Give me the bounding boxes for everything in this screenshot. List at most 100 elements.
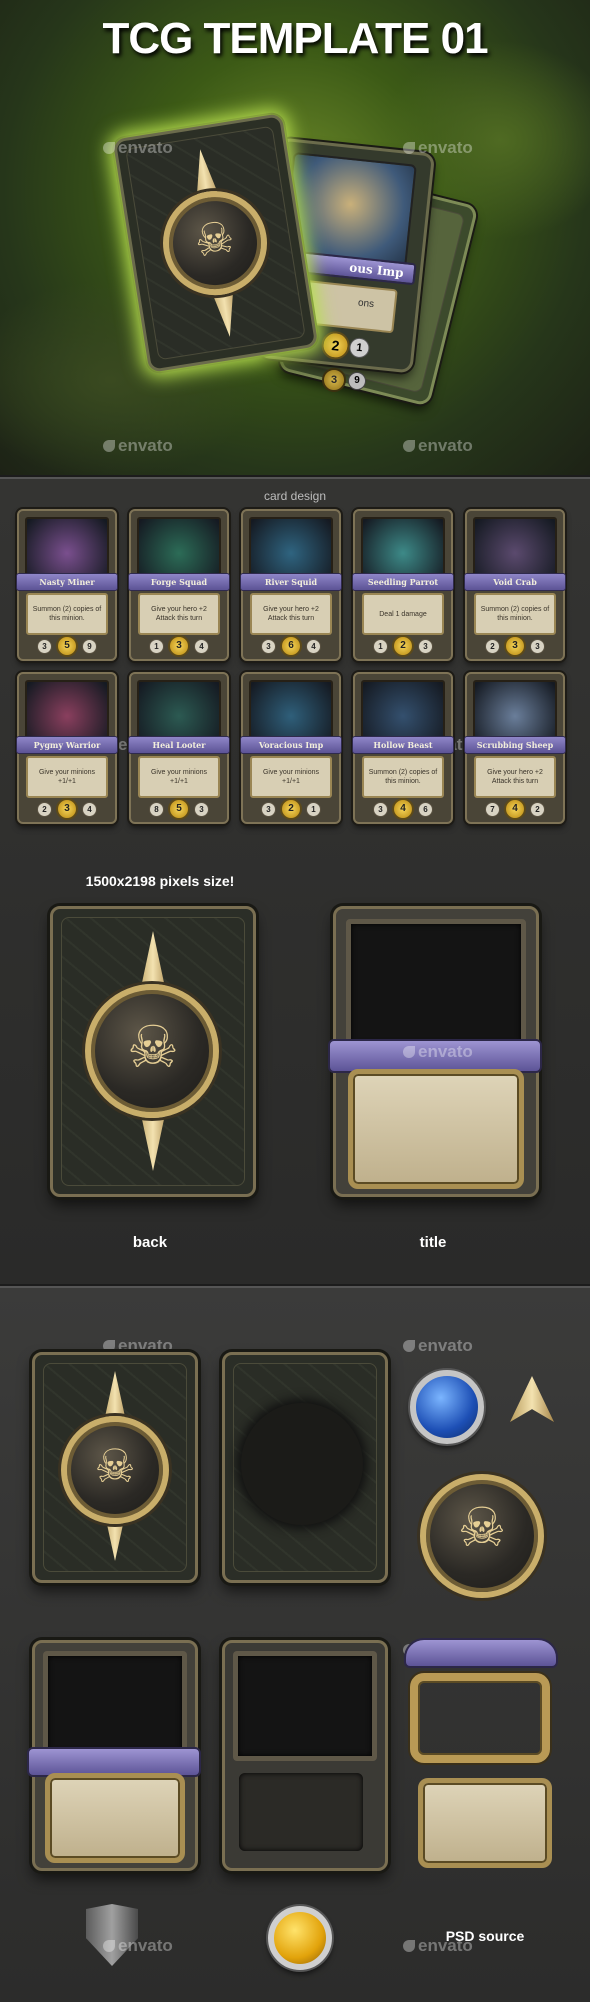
card-stats: 742 bbox=[467, 798, 563, 820]
card-text: Deal 1 damage bbox=[362, 593, 444, 635]
envato-leaf-icon bbox=[403, 1940, 415, 1952]
imp-stat: 1 bbox=[348, 336, 371, 359]
gold-coin-icon bbox=[268, 1906, 332, 1970]
card-cost: 3 bbox=[504, 635, 526, 657]
card-back-emblem: ☠ bbox=[57, 1371, 173, 1561]
envato-leaf-icon bbox=[403, 440, 415, 452]
blue-gem-icon bbox=[410, 1370, 484, 1444]
title-caption: title bbox=[419, 1234, 447, 1251]
card-stat-left: 1 bbox=[149, 638, 164, 654]
envato-leaf-icon bbox=[403, 1340, 415, 1352]
card-stat-right: 3 bbox=[194, 801, 209, 817]
card-name: Heal Looter bbox=[128, 736, 230, 754]
gold-spike-icon bbox=[510, 1376, 554, 1422]
card-text: Summon (2) copies of this minion. bbox=[362, 756, 444, 798]
watermark: envato bbox=[103, 1936, 173, 1956]
text-panel bbox=[348, 1069, 524, 1189]
card-cost: 2 bbox=[392, 635, 414, 657]
dragon-skull-icon: ☠ bbox=[127, 1013, 179, 1081]
card-name: Scrubbing Sheep bbox=[464, 736, 566, 754]
watermark: envato bbox=[103, 138, 173, 158]
card-cost: 5 bbox=[168, 798, 190, 820]
watermark: envato bbox=[403, 1042, 473, 1062]
emblem-socket bbox=[241, 1403, 363, 1525]
size-note: 1500x2198 pixels size! bbox=[85, 873, 235, 889]
gold-frame bbox=[410, 1673, 550, 1763]
page-title: TCG TEMPLATE 01 bbox=[102, 14, 488, 63]
card-cost: 4 bbox=[392, 798, 414, 820]
art-window bbox=[233, 1651, 377, 1761]
card-cost: 3 bbox=[56, 798, 78, 820]
dragon-skull-icon: ☠ bbox=[457, 1496, 507, 1559]
card-stat-left: 7 bbox=[485, 801, 500, 817]
card-name: Forge Squad bbox=[128, 573, 230, 591]
text-panel bbox=[418, 1778, 552, 1868]
card-stat-right: 4 bbox=[306, 638, 321, 654]
card-stats: 346 bbox=[355, 798, 451, 820]
dragon-skull-icon: ☠ bbox=[94, 1439, 136, 1493]
card-stat-right: 4 bbox=[82, 801, 97, 817]
watermark: envato bbox=[403, 436, 473, 456]
card-stat-right: 2 bbox=[530, 801, 545, 817]
card-cost: 3 bbox=[168, 635, 190, 657]
card-stats: 359 bbox=[19, 635, 115, 657]
card-text: Give your hero +2 Attack this turn bbox=[138, 593, 220, 635]
psd-assets-section: envato envato ☠ ☠ envato envato PSD sour… bbox=[0, 1286, 590, 2002]
card-name: Pygmy Warrior bbox=[16, 736, 118, 754]
card-stats: 123 bbox=[355, 635, 451, 657]
card-thumbnail: Seedling Parrot Deal 1 damage 1 2 3 bbox=[352, 509, 454, 661]
back-caption: back bbox=[132, 1234, 168, 1251]
card-thumbnail: River Squid Give your hero +2 Attack this… bbox=[240, 509, 342, 661]
card-stat-left: 2 bbox=[37, 801, 52, 817]
card-stats: 134 bbox=[131, 635, 227, 657]
card-design-section: card design envato envato 1500x2198 pixe… bbox=[0, 477, 590, 1284]
card-stats: 233 bbox=[467, 635, 563, 657]
hero-banner: ous Imp ons 2 1 3 9 ☠ TCG TEMPLATE 01 en… bbox=[0, 0, 590, 475]
text-panel bbox=[45, 1773, 185, 1863]
card-stat-left: 3 bbox=[261, 638, 276, 654]
art-window bbox=[43, 1651, 187, 1757]
envato-leaf-icon bbox=[103, 1940, 115, 1952]
card-cost: 6 bbox=[280, 635, 302, 657]
watermark: envato bbox=[103, 436, 173, 456]
envato-leaf-icon bbox=[403, 142, 415, 154]
shield-icon bbox=[86, 1904, 138, 1966]
card-cost: 2 bbox=[280, 798, 302, 820]
card-text: Give your minions +1/+1 bbox=[138, 756, 220, 798]
card-name: Hollow Beast bbox=[352, 736, 454, 754]
card-stat-right: 1 bbox=[306, 801, 321, 817]
art-window bbox=[346, 919, 526, 1049]
card-stat-right: 3 bbox=[418, 638, 433, 654]
card-stats: 321 bbox=[243, 798, 339, 820]
back-card-stat: 9 bbox=[348, 372, 366, 390]
card-text: Give your minions +1/+1 bbox=[250, 756, 332, 798]
card-stat-left: 2 bbox=[485, 638, 500, 654]
card-text: Give your hero +2 Attack this turn bbox=[250, 593, 332, 635]
card-thumbnail: Pygmy Warrior Give your minions +1/+1 2 3 4 bbox=[16, 672, 118, 824]
card-thumbnail: Heal Looter Give your minions +1/+1 8 5 3 bbox=[128, 672, 230, 824]
envato-leaf-icon bbox=[103, 440, 115, 452]
medallion-icon: ☠ bbox=[420, 1474, 544, 1598]
card-stat-left: 3 bbox=[261, 801, 276, 817]
card-stat-left: 3 bbox=[373, 801, 388, 817]
card-stat-right: 6 bbox=[418, 801, 433, 817]
asset-card-blank bbox=[222, 1640, 388, 1871]
card-stat-left: 3 bbox=[37, 638, 52, 654]
asset-card-title bbox=[27, 1640, 201, 1871]
card-cost: 5 bbox=[56, 635, 78, 657]
card-thumbnail: Void Crab Summon (2) copies of this minio… bbox=[464, 509, 566, 661]
asset-card-back: ☠ bbox=[32, 1352, 198, 1583]
card-back-emblem: ☠ bbox=[83, 931, 223, 1171]
imp-cost: 2 bbox=[320, 330, 351, 361]
card-stats: 234 bbox=[19, 798, 115, 820]
section-heading: card design bbox=[263, 489, 327, 503]
watermark: envato bbox=[403, 1336, 473, 1356]
card-name: River Squid bbox=[240, 573, 342, 591]
card-thumbnail: Voracious Imp Give your minions +1/+1 3 2 1 bbox=[240, 672, 342, 824]
card-stats: 364 bbox=[243, 635, 339, 657]
back-card-cost: 3 bbox=[322, 368, 346, 392]
card-thumbnail: Hollow Beast Summon (2) copies of this mi… bbox=[352, 672, 454, 824]
back-card-preview: ☠ bbox=[50, 906, 256, 1197]
card-cost: 4 bbox=[504, 798, 526, 820]
card-text: Summon (2) copies of this minion. bbox=[474, 593, 556, 635]
